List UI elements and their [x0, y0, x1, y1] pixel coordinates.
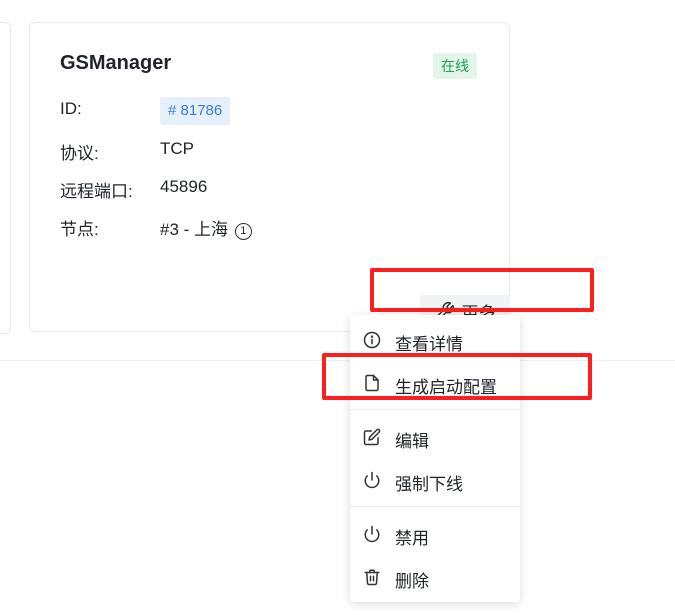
node-label: 节点:	[60, 220, 99, 239]
menu-item-label: 查看详情	[395, 335, 463, 354]
menu-item-label: 禁用	[395, 529, 429, 548]
menu-item-delete[interactable]: 删除	[350, 558, 520, 596]
power-icon	[364, 471, 380, 489]
id-label: ID:	[60, 99, 82, 118]
port-label: 远程端口:	[60, 182, 133, 201]
previous-card-edge	[0, 22, 11, 334]
info-circle-icon	[363, 331, 381, 349]
menu-item-disable[interactable]: 禁用	[350, 515, 520, 553]
id-tag: # 81786	[160, 97, 231, 125]
status-badge: 在线	[433, 53, 477, 79]
menu-item-edit[interactable]: 编辑	[350, 418, 520, 456]
menu-item-force-offline[interactable]: 强制下线	[350, 461, 520, 499]
card-title: GSManager	[60, 52, 172, 74]
protocol-label: 协议:	[60, 144, 99, 163]
power-icon	[364, 525, 380, 543]
highlight-box-more	[370, 268, 594, 312]
menu-item-label: 编辑	[395, 432, 429, 451]
info-circle-icon[interactable]: 1	[234, 223, 252, 240]
port-value: 45896	[160, 177, 208, 196]
protocol-value: TCP	[160, 139, 194, 158]
trash-icon	[364, 569, 380, 586]
node-value: #3 - 上海	[160, 220, 229, 239]
menu-item-label: 删除	[395, 572, 429, 591]
edit-icon	[363, 428, 381, 446]
menu-divider	[350, 409, 520, 410]
menu-item-label: 强制下线	[395, 475, 463, 494]
menu-divider	[350, 506, 520, 507]
node-value-wrap: #3 - 上海 1	[160, 215, 252, 240]
highlight-box-generate-config	[322, 353, 592, 400]
